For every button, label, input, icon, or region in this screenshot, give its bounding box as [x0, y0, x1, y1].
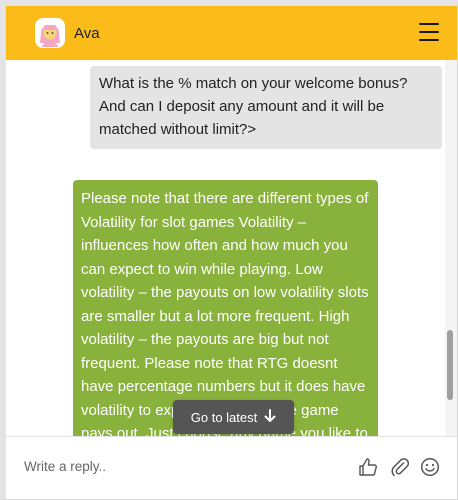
arrow-down-icon: [264, 408, 276, 426]
reply-input[interactable]: [24, 459, 334, 474]
user-message: What is the % match on your welcome bonu…: [90, 66, 442, 149]
smiley-icon[interactable]: [420, 457, 442, 479]
chat-header: Ava: [6, 6, 457, 60]
agent-name: Ava: [74, 24, 100, 42]
go-to-latest-label: Go to latest: [190, 409, 258, 425]
scrollbar[interactable]: [445, 60, 457, 437]
chat-widget: Ava What is the % match on your welcome …: [0, 0, 458, 500]
woman-avatar-icon: [35, 18, 65, 48]
scrollbar-thumb[interactable]: [447, 330, 453, 400]
agent-message: Please note that there are different typ…: [73, 180, 378, 437]
paperclip-icon[interactable]: [390, 457, 412, 479]
go-to-latest-button[interactable]: Go to latest: [173, 400, 294, 434]
message-list[interactable]: What is the % match on your welcome bonu…: [6, 60, 457, 437]
hamburger-menu-icon[interactable]: [419, 23, 439, 41]
thumbs-up-icon[interactable]: [358, 457, 380, 479]
reply-composer: [6, 436, 457, 499]
